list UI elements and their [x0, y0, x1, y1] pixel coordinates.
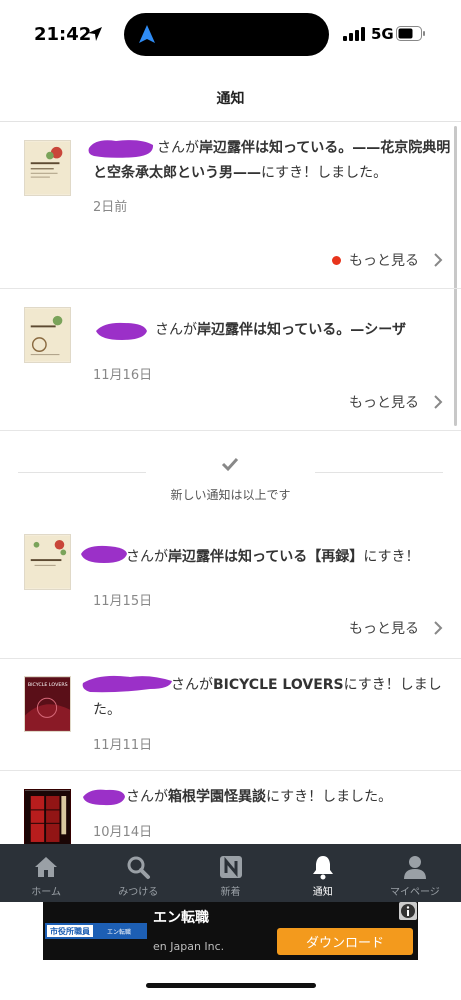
divider-line: [18, 472, 146, 473]
notification-feed[interactable]: さんが岸辺露伴は知っている。——花京院典明と空条承太郎という男——にすき！しまし…: [0, 122, 461, 844]
nav-mypage[interactable]: マイページ: [369, 844, 461, 902]
checkmark-icon: [221, 457, 239, 472]
page-title: 通知: [216, 91, 245, 107]
notification-item[interactable]: さんが岸辺露伴は知っている。——花京院典明と空条承太郎という男——にすき！しまし…: [0, 122, 461, 289]
notification-date: 2日前: [93, 200, 128, 215]
notification-item[interactable]: さんが岸辺露伴は知っている【再録】にすき！ 11月15日 もっと見る: [0, 518, 461, 659]
more-button[interactable]: もっと見る: [349, 618, 443, 638]
person-icon: [403, 856, 426, 879]
work-thumbnail[interactable]: [24, 534, 71, 590]
home-icon: [35, 857, 58, 877]
nav-notifications[interactable]: 通知: [277, 844, 369, 902]
notification-text: さんが岸辺露伴は知っている【再録】にすき！: [126, 549, 420, 565]
divider-text: 新しい通知は以上です: [170, 488, 291, 502]
notification-date: 11月15日: [93, 594, 153, 609]
more-button[interactable]: もっと見る: [349, 392, 443, 412]
notification-date: 11月16日: [93, 368, 153, 383]
ad-title: エン転職: [153, 910, 209, 926]
battery-icon: [396, 26, 425, 41]
chevron-right-icon: [434, 253, 443, 267]
nav-home[interactable]: ホーム: [0, 844, 92, 902]
search-icon: [127, 856, 151, 879]
dynamic-island: [124, 13, 329, 56]
notifications-header: 通知: [0, 66, 461, 122]
chevron-right-icon: [434, 395, 443, 409]
end-of-new-divider: 新しい通知は以上です: [0, 450, 461, 518]
new-icon: [219, 856, 242, 878]
cellular-signal-icon: [343, 27, 365, 41]
work-thumbnail[interactable]: BICYCLE LOVERS: [24, 676, 71, 732]
work-thumbnail[interactable]: [24, 140, 71, 196]
location-arrow-icon: [88, 27, 102, 41]
notification-text: さんがBICYCLE LOVERSにすき！しました。: [93, 677, 442, 718]
notification-item[interactable]: さんが箱根学園怪異談にすき！しました。 10月14日: [0, 771, 461, 844]
ad-banner[interactable]: 市役所職員 エン転職 エン転職 en Japan Inc. ダウンロード: [43, 902, 418, 960]
unread-dot: [332, 255, 341, 265]
chevron-right-icon: [434, 621, 443, 635]
work-thumbnail[interactable]: [24, 789, 71, 844]
home-indicator[interactable]: [146, 983, 316, 988]
notification-text: さんが岸辺露伴は知っている。——花京院典明と空条承太郎という男——にすき！しまし…: [93, 140, 451, 181]
navigation-arrow-icon: [139, 25, 155, 43]
info-icon[interactable]: [399, 902, 417, 920]
svg-text:BICYCLE LOVERS: BICYCLE LOVERS: [28, 682, 68, 688]
nav-search[interactable]: みつける: [92, 844, 184, 902]
nav-new[interactable]: 新着: [184, 844, 276, 902]
ad-subtitle: en Japan Inc.: [153, 940, 225, 953]
notification-item[interactable]: BICYCLE LOVERS さんがBICYCLE LOVERSにすき！しました…: [0, 659, 461, 771]
status-time: 21:42: [34, 24, 92, 45]
notification-date: 11月11日: [93, 738, 153, 753]
notification-date: 10月14日: [93, 825, 153, 840]
more-button[interactable]: もっと見る: [332, 250, 443, 270]
bell-icon: [312, 856, 333, 880]
divider-line: [315, 472, 443, 473]
notification-text: さんが岸辺露伴は知っている。—シーザ: [155, 322, 407, 338]
bottom-navigation: ホーム みつける 新着 通知 マイページ: [0, 844, 461, 902]
notification-item[interactable]: さんが岸辺露伴は知っている。—シーザ 11月16日 もっと見る: [0, 289, 461, 431]
ad-logo: 市役所職員 エン転職: [45, 923, 147, 939]
notification-text: さんが箱根学園怪異談にすき！しました。: [126, 789, 393, 805]
work-thumbnail[interactable]: [24, 307, 71, 363]
status-bar: 21:42 5G: [0, 0, 461, 66]
ad-download-button[interactable]: ダウンロード: [277, 928, 413, 955]
network-type: 5G: [371, 25, 394, 43]
